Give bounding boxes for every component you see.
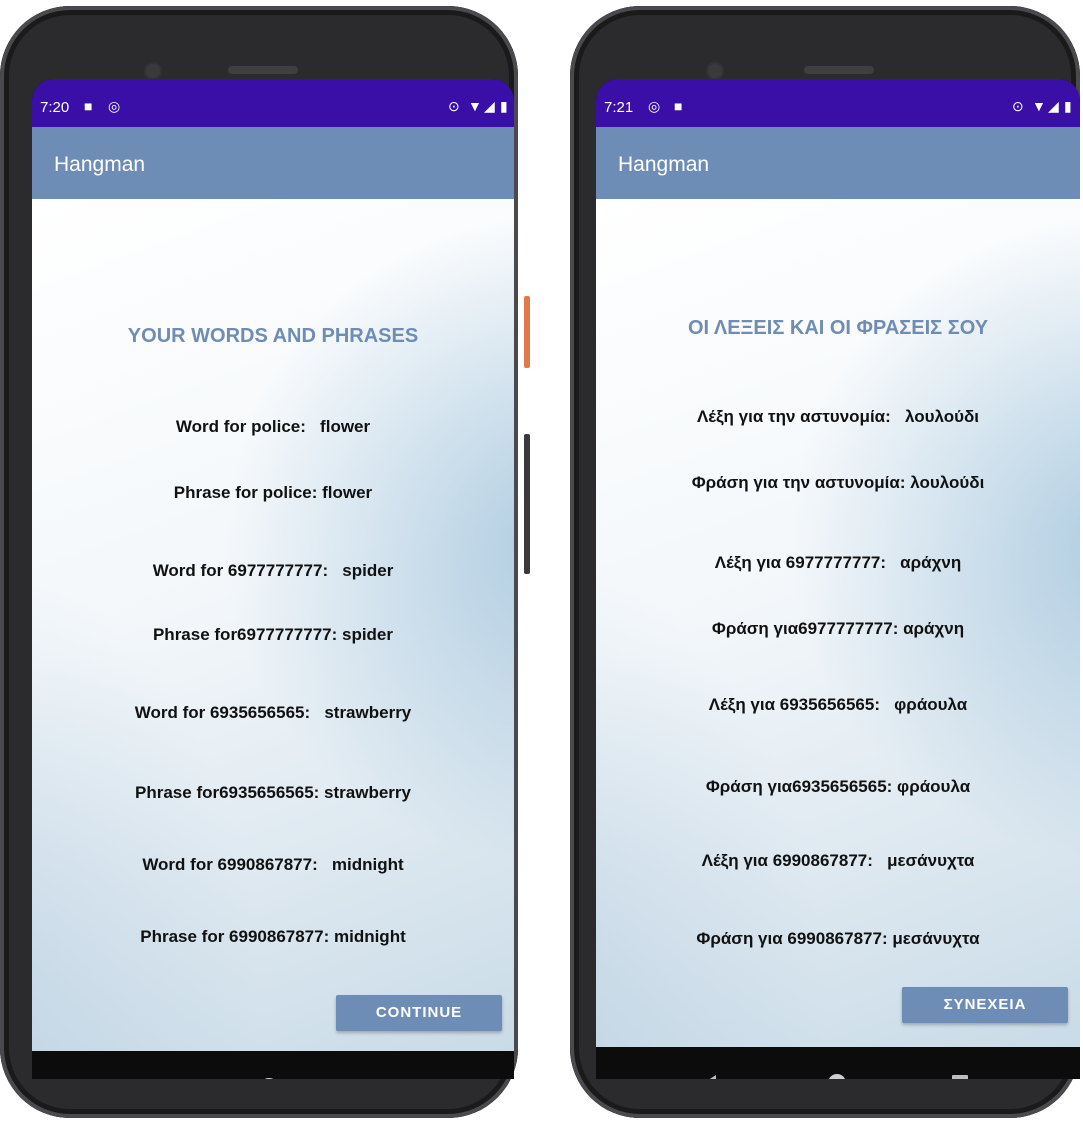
sync-icon: ◎	[108, 98, 121, 114]
camera-icon	[146, 64, 160, 78]
screen: 7:21 ◎ ■ ⊙ ▼ ◢ ▮ Hangman ΟΙ ΛΕΞΕΙΣ ΚΑΙ Ο…	[596, 79, 1080, 1079]
entry-line: Φράση για 6990867877: μεσάνυχτα	[696, 929, 980, 948]
entry-line: Λέξη για 6977777777: αράχνη	[714, 553, 962, 572]
location-icon: ⊙	[1012, 98, 1024, 114]
entry-line: Word for 6990867877: midnight	[142, 855, 404, 874]
entry-line: Word for 6977777777: spider	[152, 561, 394, 580]
app-bar: Hangman	[596, 127, 1080, 199]
status-time: 7:21	[604, 99, 634, 116]
app-title: Hangman	[618, 153, 710, 176]
entry-line: Φράση για6977777777: αράχνη	[711, 619, 965, 638]
entry-line: Phrase for 6990867877: midnight	[140, 927, 406, 946]
screen: 7:20 ■ ◎ ⊙ ▼ ◢ ▮ Hangman YOUR WORDS AND …	[32, 79, 514, 1079]
entry-line: Phrase for6977777777: spider	[152, 625, 394, 644]
camera-icon	[708, 64, 722, 78]
entry-line: Λέξη για την αστυνομία: λουλούδι	[696, 407, 980, 426]
phone-frame-left: 7:20 ■ ◎ ⊙ ▼ ◢ ▮ Hangman YOUR WORDS AND …	[0, 6, 530, 1118]
status-time: 7:20	[40, 99, 70, 116]
sd-card-icon: ■	[84, 98, 93, 114]
volume-button	[524, 434, 530, 574]
status-bar: 7:20 ■ ◎ ⊙ ▼ ◢ ▮	[32, 79, 514, 127]
recent-apps-icon[interactable]	[952, 1075, 968, 1079]
speaker-grille	[804, 66, 874, 74]
app-title: Hangman	[54, 153, 146, 176]
phone-frame-right: 7:21 ◎ ■ ⊙ ▼ ◢ ▮ Hangman ΟΙ ΛΕΞΕΙΣ ΚΑΙ Ο…	[570, 6, 1080, 1118]
signal-icon: ◢	[484, 98, 495, 114]
nav-bar	[596, 1047, 1080, 1079]
entry-line: Φράση για την αστυνομία: λουλούδι	[691, 473, 985, 492]
words-content: ΟΙ ΛΕΞΕΙΣ ΚΑΙ ΟΙ ΦΡΑΣΕΙΣ ΣΟΥ Λέξη για τη…	[596, 199, 1080, 1047]
page-title: ΟΙ ΛΕΞΕΙΣ ΚΑΙ ΟΙ ΦΡΑΣΕΙΣ ΣΟΥ	[687, 317, 989, 339]
app-bar: Hangman	[32, 127, 514, 199]
location-icon: ⊙	[448, 98, 460, 114]
battery-icon: ▮	[500, 98, 508, 114]
entry-line: Λέξη για 6990867877: μεσάνυχτα	[701, 851, 975, 870]
sync-icon: ◎	[648, 98, 661, 114]
sd-card-icon: ■	[674, 98, 683, 114]
wifi-icon: ▼	[468, 98, 482, 114]
speaker-grille	[228, 66, 298, 74]
home-icon[interactable]	[828, 1074, 846, 1079]
home-icon[interactable]	[260, 1078, 278, 1079]
entry-line: Phrase for6935656565: strawberry	[135, 783, 411, 802]
battery-icon: ▮	[1064, 98, 1072, 114]
back-icon[interactable]	[702, 1075, 716, 1079]
words-content: YOUR WORDS AND PHRASES Word for police: …	[32, 199, 514, 1051]
signal-icon: ◢	[1048, 98, 1059, 114]
entry-line: Word for police: flower	[175, 417, 371, 436]
wifi-icon: ▼	[1032, 98, 1046, 114]
entry-line: Phrase for police: flower	[173, 483, 373, 502]
entry-line: Word for 6935656565: strawberry	[134, 703, 412, 722]
nav-bar	[32, 1051, 514, 1079]
page-title: YOUR WORDS AND PHRASES	[127, 325, 419, 347]
entry-line: Λέξη για 6935656565: φράουλα	[708, 695, 968, 714]
power-button	[524, 296, 530, 368]
continue-button[interactable]: CONTINUE	[336, 995, 502, 1031]
entry-line: Φράση για6935656565: φράουλα	[705, 777, 971, 796]
status-bar: 7:21 ◎ ■ ⊙ ▼ ◢ ▮	[596, 79, 1080, 127]
continue-button[interactable]: ΣΥΝΕΧΕΙΑ	[902, 987, 1068, 1023]
